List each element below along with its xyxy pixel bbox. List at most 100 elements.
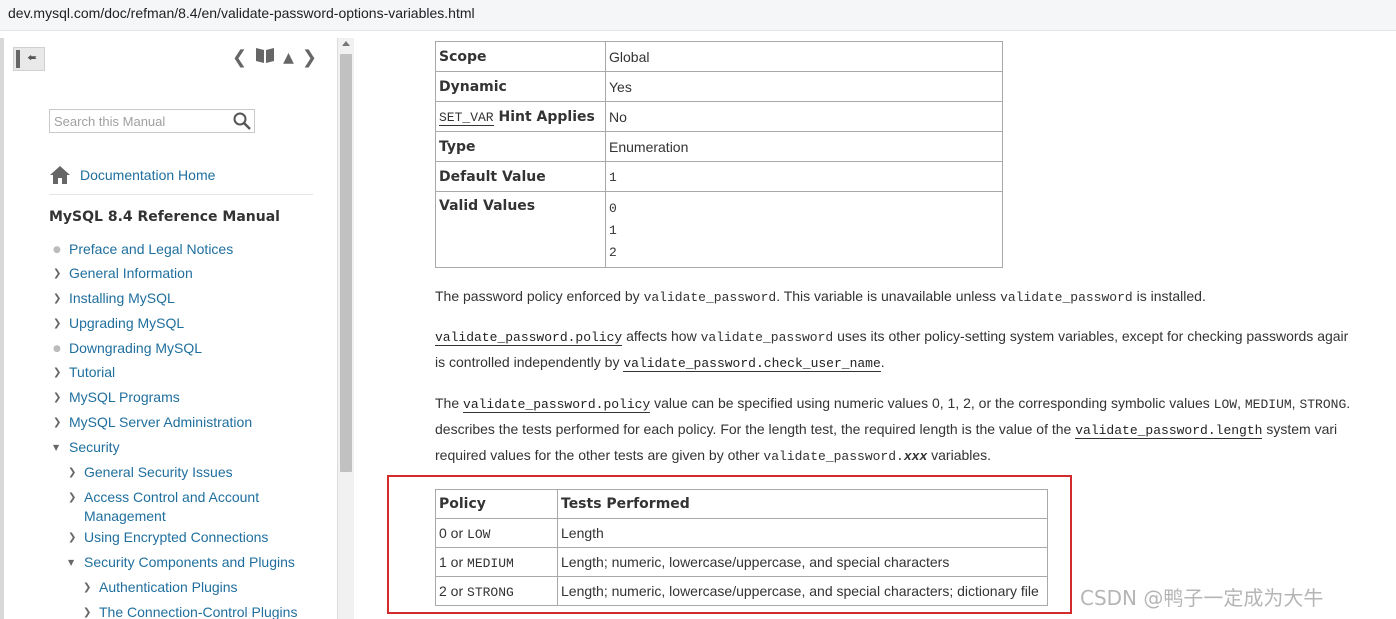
sidebar-item[interactable]: ❯ The Connection-Control Plugins [83, 603, 297, 619]
property-value: Yes [605, 71, 1003, 102]
chevron-right-icon[interactable]: ❯ [68, 528, 84, 548]
policy-variable-link[interactable]: validate_password.policy [463, 397, 651, 413]
sidebar-item-label: Authentication Plugins [99, 579, 238, 595]
page-navigation: ❮ ▲ ❯ [232, 45, 317, 71]
chevron-right-icon[interactable]: ❯ [53, 264, 69, 284]
scrollbar-thumb[interactable] [340, 54, 352, 472]
paragraph-policy-intro: The password policy enforced by validate… [435, 288, 1206, 305]
previous-page-icon[interactable]: ❮ [232, 46, 247, 70]
sidebar-item[interactable]: ● Preface and Legal Notices [53, 240, 233, 260]
sidebar-item[interactable]: ❯ Authentication Plugins [83, 578, 238, 598]
paragraph-policy-effects: validate_password.policy affects how val… [435, 328, 1349, 372]
chevron-right-icon[interactable]: ❯ [53, 363, 69, 383]
sidebar-item[interactable]: ❯ Access Control and Account Management [68, 488, 284, 524]
variable-properties-table: Scope Global Dynamic Yes SET_VAR Hint Ap… [435, 41, 1003, 268]
table-row: SET_VAR Hint Applies No [435, 101, 1003, 132]
chevron-right-icon[interactable]: ❯ [68, 488, 84, 508]
sidebar-item-label: MySQL Programs [69, 389, 180, 405]
next-page-icon[interactable]: ❯ [302, 46, 317, 70]
table-row: Valid Values 0 1 2 [435, 191, 1003, 268]
chevron-right-icon[interactable]: ❯ [53, 314, 69, 334]
property-key: SET_VAR Hint Applies [435, 101, 606, 132]
sidebar-item-label: Using Encrypted Connections [84, 529, 269, 545]
policy-variable-link[interactable]: validate_password.policy [435, 330, 623, 346]
sidebar-item-label: Preface and Legal Notices [69, 241, 234, 257]
sidebar-scrollbar[interactable] [338, 38, 354, 619]
property-value: 1 [605, 161, 1003, 192]
table-row: 0 or LOW Length [435, 518, 1048, 548]
url-text: dev.mysql.com/doc/refman/8.4/en/validate… [8, 5, 475, 21]
scroll-up-icon[interactable] [342, 41, 350, 46]
chevron-right-icon[interactable]: ❯ [68, 463, 84, 483]
table-header-row: Policy Tests Performed [435, 489, 1048, 519]
sidebar: 🢘 ❮ ▲ ❯ Documentation Home MySQL 8.4 Ref… [0, 38, 338, 619]
table-row: Dynamic Yes [435, 71, 1003, 102]
chevron-right-icon[interactable]: ❯ [53, 388, 69, 408]
sidebar-item-label: Downgrading MySQL [69, 340, 203, 356]
search-input[interactable] [50, 110, 230, 132]
sidebar-item[interactable]: ❯ Using Encrypted Connections [68, 528, 268, 548]
documentation-home-label: Documentation Home [80, 167, 216, 183]
valid-value: 1 [609, 223, 617, 238]
search-box [49, 109, 255, 133]
sidebar-item-label: General Security Issues [84, 464, 233, 480]
chevron-down-icon[interactable]: ▼ [68, 553, 84, 573]
sidebar-item[interactable]: ❯ General Information [53, 264, 193, 284]
search-icon[interactable] [232, 111, 252, 131]
sidebar-item[interactable]: ❯ Upgrading MySQL [53, 314, 184, 334]
policy-cell: 2 or STRONG [435, 576, 558, 606]
property-value: Enumeration [605, 131, 1003, 162]
table-row: Scope Global [435, 41, 1003, 72]
chevron-down-icon[interactable]: ▼ [53, 438, 69, 458]
up-icon[interactable]: ▲ [283, 46, 294, 70]
column-header: Policy [435, 489, 558, 519]
sidebar-item[interactable]: ▼ Security Components and Plugins [68, 553, 295, 573]
chevron-right-icon[interactable]: ❯ [53, 289, 69, 309]
book-icon[interactable] [255, 45, 275, 72]
sidebar-item-label: General Information [69, 265, 193, 281]
sidebar-item[interactable]: ❯ Installing MySQL [53, 289, 175, 309]
sidebar-item[interactable]: ● Downgrading MySQL [53, 339, 202, 359]
table-row: Default Value 1 [435, 161, 1003, 192]
property-key: Default Value [435, 161, 606, 192]
tests-cell: Length [557, 518, 1048, 548]
sidebar-item[interactable]: ❯ MySQL Server Administration [53, 413, 252, 433]
policy-tests-table: Policy Tests Performed 0 or LOW Length 1… [435, 489, 1048, 606]
sidebar-item-label: Installing MySQL [69, 290, 175, 306]
bullet-icon: ● [53, 245, 61, 255]
set-var-link[interactable]: SET_VAR [439, 109, 494, 126]
watermark: CSDN @鸭子一定成为大牛 [1080, 586, 1324, 610]
valid-value: 0 [609, 201, 617, 216]
sidebar-item[interactable]: ❯ MySQL Programs [53, 388, 180, 408]
property-key: Scope [435, 41, 606, 72]
sidebar-item[interactable]: ❯ General Security Issues [68, 463, 233, 483]
collapse-sidebar-button[interactable]: 🢘 [13, 47, 45, 71]
divider [49, 194, 313, 195]
policy-cell: 0 or LOW [435, 518, 558, 548]
table-row: Type Enumeration [435, 131, 1003, 162]
tests-cell: Length; numeric, lowercase/uppercase, an… [557, 576, 1048, 606]
table-row: 2 or STRONG Length; numeric, lowercase/u… [435, 576, 1048, 606]
length-variable-link[interactable]: validate_password.length [1075, 423, 1263, 439]
chevron-right-icon[interactable]: ❯ [83, 578, 99, 598]
address-bar[interactable]: dev.mysql.com/doc/refman/8.4/en/validate… [0, 0, 1396, 31]
chevron-right-icon[interactable]: ❯ [53, 413, 69, 433]
property-key: Dynamic [435, 71, 606, 102]
sidebar-item-label: MySQL Server Administration [69, 414, 253, 430]
bar-icon [16, 50, 20, 68]
sidebar-item-label: Security [69, 439, 120, 455]
sidebar-edge [0, 38, 4, 619]
property-key: Type [435, 131, 606, 162]
chevron-right-icon[interactable]: ❯ [83, 603, 99, 619]
main-content: Scope Global Dynamic Yes SET_VAR Hint Ap… [354, 38, 1396, 619]
documentation-home-link[interactable]: Documentation Home [49, 164, 215, 186]
sidebar-item[interactable]: ❯ Tutorial [53, 363, 115, 383]
bullet-icon: ● [53, 344, 61, 354]
policy-cell: 1 or MEDIUM [435, 547, 558, 577]
valid-value: 2 [609, 245, 617, 260]
sidebar-item[interactable]: ▼ Security [53, 438, 120, 458]
property-key: Valid Values [435, 191, 606, 268]
check-user-name-link[interactable]: validate_password.check_user_name [623, 356, 881, 372]
tests-cell: Length; numeric, lowercase/uppercase, an… [557, 547, 1048, 577]
valid-values-cell: 0 1 2 [605, 191, 1003, 268]
